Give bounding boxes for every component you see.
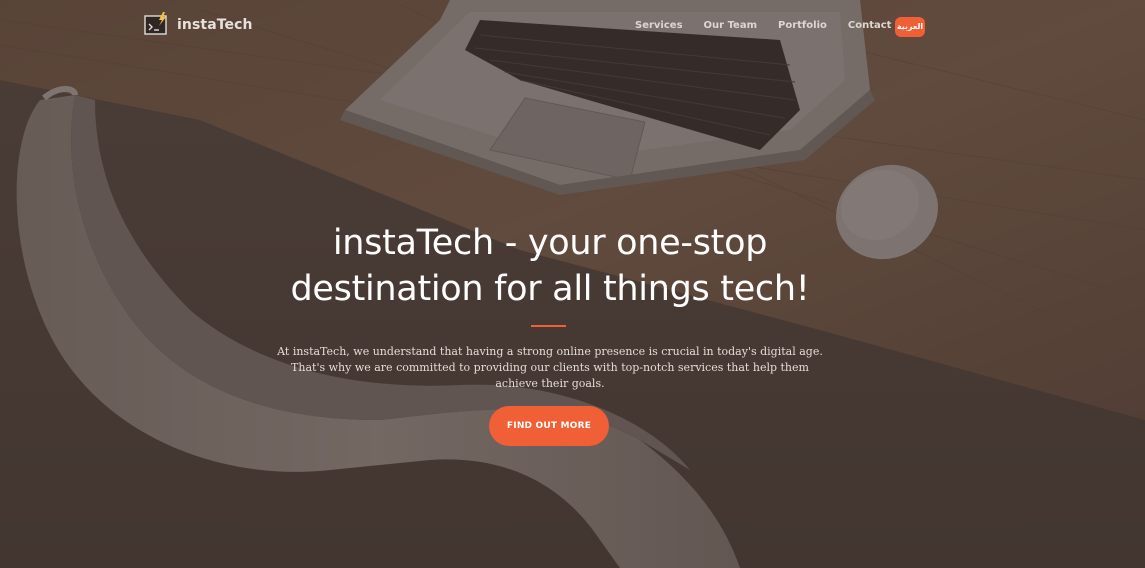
- find-out-more-button[interactable]: FIND OUT MORE: [489, 406, 609, 446]
- hero-section: instaTech Services Our Team Portfolio Co…: [0, 0, 1145, 568]
- brand-name: instaTech: [177, 17, 253, 33]
- nav-link-our-team[interactable]: Our Team: [704, 18, 757, 34]
- hero-lead-text: At instaTech, we understand that having …: [277, 345, 823, 390]
- nav-menu: Services Our Team Portfolio Contact: [635, 18, 912, 34]
- nav-link-portfolio[interactable]: Portfolio: [778, 18, 827, 34]
- hero-headline: instaTech - your one-stop destination fo…: [290, 223, 810, 309]
- brand-link[interactable]: instaTech: [144, 12, 253, 38]
- accent-divider: [531, 325, 566, 327]
- top-navbar: instaTech Services Our Team Portfolio Co…: [0, 0, 1145, 54]
- laptop-lightning-icon: [144, 12, 167, 35]
- nav-link-contact[interactable]: Contact: [848, 18, 892, 34]
- language-switch-button[interactable]: العربية: [895, 17, 925, 37]
- nav-link-services[interactable]: Services: [635, 18, 683, 34]
